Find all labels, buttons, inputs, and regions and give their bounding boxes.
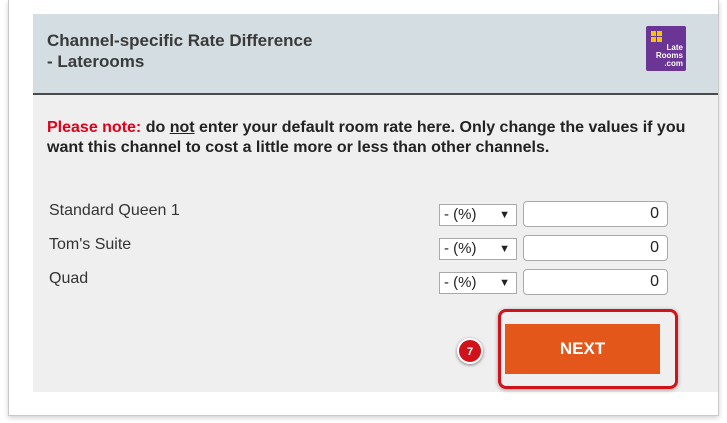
- laterooms-logo-icon: Late Rooms .com: [646, 26, 686, 71]
- notice-label: Please note:: [47, 119, 142, 136]
- adjustment-type-select[interactable]: - (%) ▼: [439, 238, 517, 260]
- logo-text-line-3: .com: [664, 59, 683, 68]
- room-row: Quad - (%) ▼ 0: [49, 269, 699, 295]
- title-line-2: - Laterooms: [47, 52, 145, 71]
- dropdown-arrow-icon: ▼: [499, 209, 510, 221]
- dropdown-arrow-icon: ▼: [499, 243, 510, 255]
- panel-header: Channel-specific Rate Difference - Later…: [33, 14, 718, 95]
- rate-difference-panel: Channel-specific Rate Difference - Later…: [33, 14, 718, 392]
- notice-text-pre: do: [141, 119, 170, 136]
- logo-text: Late Rooms .com: [656, 44, 683, 68]
- panel-title: Channel-specific Rate Difference - Later…: [47, 30, 312, 72]
- select-value: - (%): [444, 240, 477, 257]
- room-row: Tom's Suite - (%) ▼ 0: [49, 235, 699, 261]
- next-button[interactable]: NEXT: [505, 324, 660, 374]
- title-line-1: Channel-specific Rate Difference: [47, 31, 313, 50]
- room-name: Tom's Suite: [49, 236, 132, 253]
- select-value: - (%): [444, 274, 477, 291]
- room-row: Standard Queen 1 - (%) ▼ 0: [49, 201, 699, 227]
- rate-value-input[interactable]: 0: [523, 201, 668, 227]
- room-name: Standard Queen 1: [49, 202, 180, 219]
- adjustment-type-select[interactable]: - (%) ▼: [439, 204, 517, 226]
- adjustment-type-select[interactable]: - (%) ▼: [439, 272, 517, 294]
- notice-text: Please note: do not enter your default r…: [47, 118, 707, 158]
- rate-value-input[interactable]: 0: [523, 235, 668, 261]
- select-value: - (%): [444, 206, 477, 223]
- screenshot-frame: Channel-specific Rate Difference - Later…: [8, 0, 719, 416]
- logo-square: [651, 31, 662, 42]
- notice-emphasis: not: [169, 119, 195, 136]
- dropdown-arrow-icon: ▼: [499, 277, 510, 289]
- room-name: Quad: [49, 270, 89, 287]
- rate-value-input[interactable]: 0: [523, 269, 668, 295]
- step-number-badge: 7: [457, 338, 483, 364]
